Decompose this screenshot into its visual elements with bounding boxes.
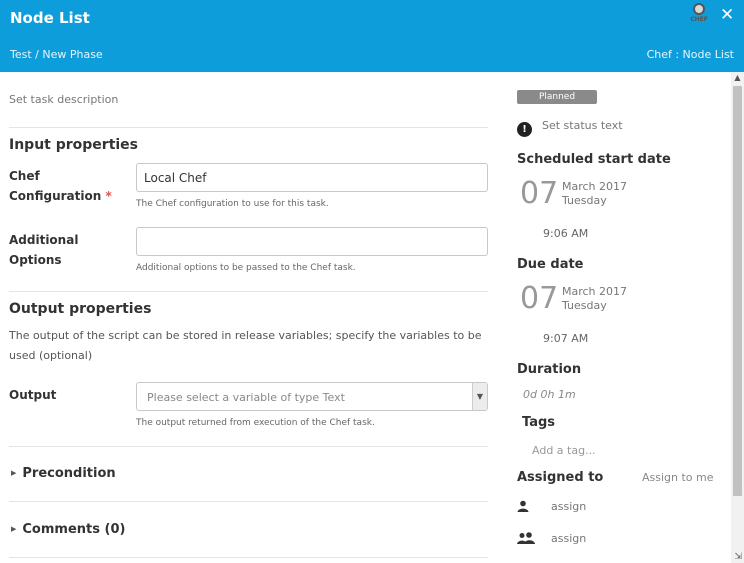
status-text-row[interactable]: ! Set status text [517, 119, 623, 137]
task-type-label: Chef : Node List [646, 48, 734, 61]
additional-options-input[interactable] [136, 227, 488, 256]
chevron-down-icon[interactable]: ▼ [472, 383, 487, 410]
due-date-day[interactable]: 07 [520, 281, 558, 316]
breadcrumb[interactable]: Test / New Phase [10, 48, 103, 61]
divider [9, 446, 488, 447]
scheduled-start-month[interactable]: March 2017 [562, 180, 627, 193]
task-description-field[interactable]: Set task description [9, 93, 118, 106]
divider [9, 557, 488, 558]
output-help: The output returned from execution of th… [136, 418, 375, 428]
output-properties-description: The output of the script can be stored i… [9, 329, 482, 362]
additional-options-help: Additional options to be passed to the C… [136, 263, 356, 273]
scroll-up-icon[interactable]: ▲ [731, 73, 744, 82]
assign-team-link[interactable]: assign [551, 532, 586, 545]
tag-input[interactable]: Add a tag... [532, 444, 596, 457]
modal-body: Set task description Input properties Ch… [0, 72, 744, 563]
logo-text: CHEF [690, 16, 708, 23]
output-select-placeholder: Please select a variable of type Text [147, 391, 345, 404]
chevron-right-icon: ▶ [11, 469, 17, 477]
chef-configuration-label: Chef Configuration * [9, 169, 112, 203]
comments-toggle[interactable]: ▶ Comments (0) [11, 522, 125, 537]
modal-header: Node List Test / New Phase CHEF ✕ Chef :… [0, 0, 744, 72]
scheduled-start-weekday: Tuesday [562, 194, 607, 207]
scheduled-start-heading: Scheduled start date [517, 152, 671, 167]
chef-logo-icon: CHEF [686, 3, 712, 27]
page-title: Node List [10, 9, 90, 27]
precondition-label: Precondition [22, 466, 116, 481]
assign-to-me-link[interactable]: Assign to me [642, 471, 714, 484]
output-variable-select[interactable]: Please select a variable of type Text ▼ [136, 382, 488, 411]
input-properties-heading: Input properties [9, 137, 139, 153]
divider [9, 291, 488, 292]
team-icon [517, 532, 535, 547]
additional-options-label: Additional Options [9, 233, 79, 267]
user-icon [517, 500, 529, 515]
output-properties-heading: Output properties [9, 301, 152, 317]
comments-label: Comments (0) [22, 522, 126, 537]
status-text-field[interactable]: Set status text [542, 119, 623, 132]
duration-heading: Duration [517, 362, 582, 377]
required-marker: * [105, 189, 112, 203]
output-label: Output [9, 388, 57, 402]
due-date-heading: Due date [517, 257, 584, 272]
divider [9, 127, 488, 128]
close-icon[interactable]: ✕ [720, 5, 734, 25]
chef-configuration-input[interactable]: Local Chef [136, 163, 488, 192]
assign-user-link[interactable]: assign [551, 500, 586, 513]
due-date-time[interactable]: 9:07 AM [543, 332, 588, 345]
assigned-to-heading: Assigned to [517, 470, 604, 485]
scheduled-start-time[interactable]: 9:06 AM [543, 227, 588, 240]
status-badge[interactable]: Planned [517, 90, 597, 104]
exclamation-icon: ! [517, 122, 532, 137]
scrollbar[interactable]: ▲ ⇲ [731, 72, 744, 563]
chef-configuration-help: The Chef configuration to use for this t… [136, 199, 329, 209]
due-date-weekday: Tuesday [562, 299, 607, 312]
scrollbar-thumb[interactable] [733, 86, 742, 496]
scheduled-start-day[interactable]: 07 [520, 176, 558, 211]
duration-value[interactable]: 0d 0h 1m [523, 388, 576, 401]
precondition-toggle[interactable]: ▶ Precondition [11, 466, 116, 481]
divider [9, 501, 488, 502]
due-date-month[interactable]: March 2017 [562, 285, 627, 298]
resize-handle-icon[interactable]: ⇲ [734, 552, 742, 562]
chevron-right-icon: ▶ [11, 525, 17, 533]
tags-heading: Tags [522, 415, 556, 430]
